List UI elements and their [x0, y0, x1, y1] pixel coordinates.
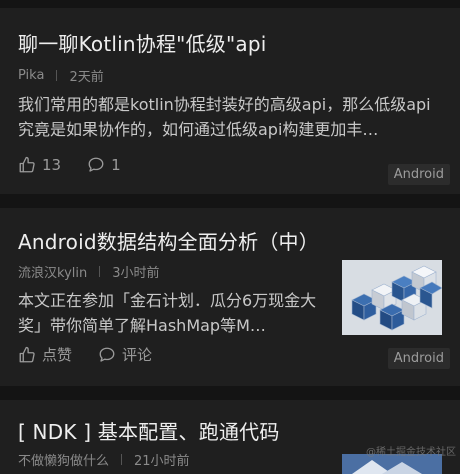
like-button[interactable]: 点赞: [18, 344, 72, 365]
article-card[interactable]: Android数据结构全面分析（中） 流浪汉kylin 3小时前 本文正在参加「…: [0, 208, 460, 386]
comment-label: 评论: [122, 346, 153, 364]
category-tag[interactable]: Android: [387, 348, 450, 369]
article-meta: Pika 2天前: [18, 66, 104, 85]
meta-divider: [99, 266, 101, 277]
like-label: 点赞: [42, 346, 73, 364]
publish-time: 3小时前: [112, 266, 160, 281]
comment-button[interactable]: 评论: [98, 344, 152, 365]
article-title[interactable]: Android数据结构全面分析（中）: [18, 226, 319, 255]
article-title[interactable]: [ NDK ] 基本配置、跑通代码: [18, 416, 280, 445]
thumbs-up-icon: [19, 346, 35, 362]
thumbs-up-icon: [19, 156, 35, 173]
comment-button[interactable]: 1: [87, 156, 121, 174]
article-actions: 13 1: [18, 156, 147, 174]
comment-count: 1: [111, 156, 121, 174]
article-thumbnail[interactable]: [342, 260, 442, 335]
article-actions: 点赞 评论: [18, 344, 178, 365]
meta-divider: [56, 70, 58, 81]
author-name[interactable]: Pika: [18, 68, 44, 83]
watermark: @稀土掘金技术社区: [366, 447, 456, 458]
article-card[interactable]: [ NDK ] 基本配置、跑通代码 不做懒狗做什么 21小时前: [0, 400, 460, 474]
article-summary[interactable]: 我们常用的都是kotlin协程封装好的高级api，那么低级api究竟是如果协作的…: [18, 92, 443, 142]
author-name[interactable]: 流浪汉kylin: [18, 262, 87, 281]
article-card[interactable]: 聊一聊Kotlin协程"低级"api Pika 2天前 我们常用的都是kotli…: [0, 8, 460, 194]
publish-time: 2天前: [69, 70, 104, 85]
comment-bubble-icon: [99, 347, 115, 362]
comment-bubble-icon: [88, 157, 104, 172]
article-meta: 流浪汉kylin 3小时前: [18, 262, 160, 281]
article-title[interactable]: 聊一聊Kotlin协程"低级"api: [18, 28, 267, 57]
article-summary[interactable]: 本文正在参加「金石计划．瓜分6万现金大奖」带你简单了解HashMap等M…: [18, 288, 328, 338]
cubes-image: [342, 260, 442, 335]
category-tag[interactable]: Android: [387, 164, 450, 185]
like-count: 13: [42, 156, 62, 174]
like-button[interactable]: 13: [18, 156, 61, 174]
